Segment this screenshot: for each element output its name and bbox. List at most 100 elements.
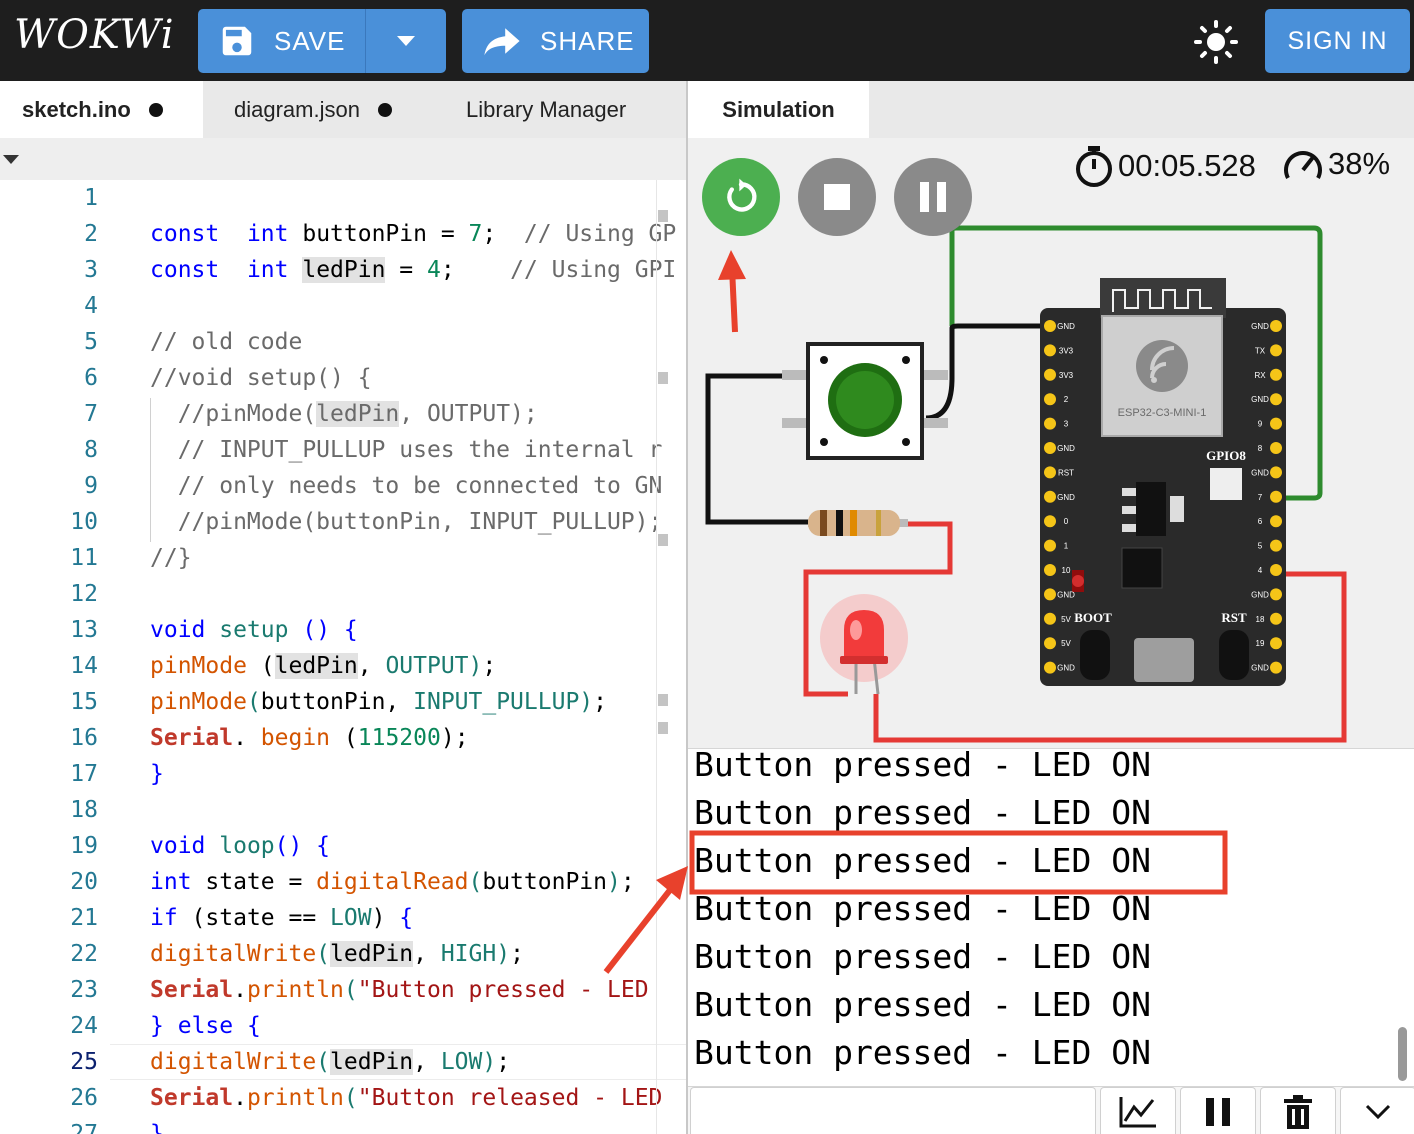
share-button[interactable]: SHARE (462, 9, 649, 73)
pin-3v3[interactable] (1044, 344, 1056, 357)
pin-rst[interactable] (1044, 466, 1056, 479)
tab-simulation[interactable]: Simulation (688, 81, 869, 138)
code-line[interactable]: 4 (0, 288, 686, 324)
serial-scrollbar[interactable] (1398, 1027, 1407, 1081)
clear-serial-button[interactable] (1260, 1087, 1336, 1134)
pin-gnd[interactable] (1044, 320, 1056, 332)
pin-5[interactable] (1270, 539, 1282, 552)
code-token: Serial (150, 1085, 234, 1111)
rst-button[interactable] (1219, 630, 1249, 680)
code-token: ledPin (330, 1049, 414, 1075)
code-line[interactable]: 12 (0, 576, 686, 612)
code-text: //pinMode(ledPin, OUTPUT); (150, 396, 538, 432)
code-line[interactable]: 20 int state = digitalRead(buttonPin); (0, 864, 686, 900)
pin-5v[interactable] (1044, 612, 1056, 625)
line-number: 6 (84, 365, 98, 391)
save-dropdown-button[interactable] (366, 9, 446, 73)
code-line[interactable]: 6 //void setup() { (0, 360, 686, 396)
code-line[interactable]: 10 //pinMode(buttonPin, INPUT_PULLUP); (0, 504, 686, 540)
code-line[interactable]: 19 void loop() { (0, 828, 686, 864)
pin-gnd[interactable] (1270, 661, 1282, 674)
serial-pause-button[interactable] (1180, 1087, 1256, 1134)
resistor[interactable] (808, 510, 908, 536)
pin-5v[interactable] (1044, 637, 1056, 650)
collapse-serial-button[interactable] (1340, 1087, 1414, 1134)
code-token: ( (246, 653, 275, 679)
pin-gnd[interactable] (1044, 661, 1056, 674)
pin-gnd[interactable] (1270, 320, 1282, 332)
serial-input-field[interactable] (690, 1087, 1096, 1134)
pushbutton[interactable] (782, 342, 948, 460)
code-line[interactable]: 26 Serial.println("Button released - LED (0, 1080, 686, 1116)
code-line[interactable]: 14 pinMode (ledPin, OUTPUT); (0, 648, 686, 684)
pin-3[interactable] (1044, 417, 1056, 430)
pin-4[interactable] (1270, 564, 1282, 576)
pin-gnd[interactable] (1270, 466, 1282, 479)
code-line[interactable]: 21 if (state == LOW) { (0, 900, 686, 936)
plotter-button[interactable] (1100, 1087, 1176, 1134)
code-token: ledPin (302, 257, 386, 283)
wokwi-logo[interactable]: WOKWi (14, 12, 175, 58)
pin-gnd[interactable] (1044, 490, 1056, 503)
pin-9[interactable] (1270, 417, 1282, 430)
code-line[interactable]: 16 Serial. begin (115200); (0, 720, 686, 756)
led-red[interactable] (820, 594, 908, 695)
sign-in-button[interactable]: SIGN IN (1265, 9, 1410, 73)
black-wire-left[interactable] (705, 373, 810, 525)
code-line[interactable]: 3 const int ledPin = 4; // Using GPI (0, 252, 686, 288)
code-line[interactable]: 24} else { (0, 1008, 686, 1044)
code-line[interactable]: 17} (0, 756, 686, 792)
line-number: 13 (70, 617, 98, 643)
boot-button[interactable] (1080, 630, 1110, 680)
pin-19[interactable] (1270, 637, 1282, 650)
pin-8[interactable] (1270, 442, 1282, 454)
code-line[interactable]: 25 digitalWrite(ledPin, LOW); (0, 1044, 686, 1080)
simulation-canvas[interactable]: ESP32-C3-MINI-1 GPIO8 BOOT RST GND 3V3 3V3… (688, 138, 1414, 748)
theme-toggle-button[interactable] (1190, 20, 1242, 64)
code-line[interactable]: 15 pinMode(buttonPin, INPUT_PULLUP); (0, 684, 686, 720)
restart-simulation-button[interactable] (702, 158, 780, 236)
pin-2[interactable] (1044, 393, 1056, 406)
pin-3v3[interactable] (1044, 368, 1056, 381)
code-line[interactable]: 9 // only needs to be connected to GN (0, 468, 686, 504)
pin-10[interactable] (1044, 564, 1056, 576)
line-number: 3 (84, 257, 98, 283)
code-line[interactable]: 18 (0, 792, 686, 828)
pin-gnd[interactable] (1044, 442, 1056, 454)
code-token: 4 (427, 257, 441, 283)
pin-6[interactable] (1270, 515, 1282, 528)
code-line[interactable]: 1 (0, 180, 686, 216)
pause-simulation-button[interactable] (894, 158, 972, 236)
code-editor[interactable]: 1 2 const int buttonPin = 7; // Using GP 3 c… (0, 180, 686, 1134)
tab-diagram-json[interactable]: diagram.json (234, 81, 392, 138)
pin-tx[interactable] (1270, 344, 1282, 357)
pin-1[interactable] (1044, 539, 1056, 552)
pin-label: RST (1058, 468, 1074, 477)
code-line[interactable]: 13 void setup () { (0, 612, 686, 648)
code-line[interactable]: 7 //pinMode(ledPin, OUTPUT); (0, 396, 686, 432)
tab-library-manager[interactable]: Library Manager (466, 81, 626, 138)
code-line[interactable]: 5 // old code (0, 324, 686, 360)
editor-minimap-scrollbar[interactable] (656, 180, 684, 1134)
serial-monitor-output[interactable]: Button pressed - LED ON Button pressed - … (688, 745, 1414, 1086)
esp32-c3-board[interactable]: ESP32-C3-MINI-1 GPIO8 BOOT RST GND 3V3 3V3… (1040, 278, 1286, 686)
code-line[interactable]: 23 Serial.println("Button pressed - LED (0, 972, 686, 1008)
tab-sketch-ino[interactable]: sketch.ino (0, 81, 203, 138)
pin-0[interactable] (1044, 515, 1056, 528)
code-line[interactable]: 8 // INPUT_PULLUP uses the internal r (0, 432, 686, 468)
code-line[interactable]: 11 //} (0, 540, 686, 576)
pin-7[interactable] (1270, 490, 1282, 503)
pin-label: 5V (1061, 615, 1071, 624)
caret-down-icon[interactable] (3, 155, 19, 164)
code-line[interactable]: 2 const int buttonPin = 7; // Using GP (0, 216, 686, 252)
pin-18[interactable] (1270, 612, 1282, 625)
code-line[interactable]: 27} (0, 1116, 686, 1134)
stop-simulation-button[interactable] (798, 158, 876, 236)
pin-rx[interactable] (1270, 368, 1282, 381)
pin-gnd[interactable] (1044, 588, 1056, 601)
pin-gnd[interactable] (1270, 588, 1282, 601)
save-button[interactable]: SAVE (198, 9, 366, 73)
code-token: , OUTPUT); (399, 401, 538, 427)
pin-gnd[interactable] (1270, 393, 1282, 406)
code-line[interactable]: 22 digitalWrite(ledPin, HIGH); (0, 936, 686, 972)
